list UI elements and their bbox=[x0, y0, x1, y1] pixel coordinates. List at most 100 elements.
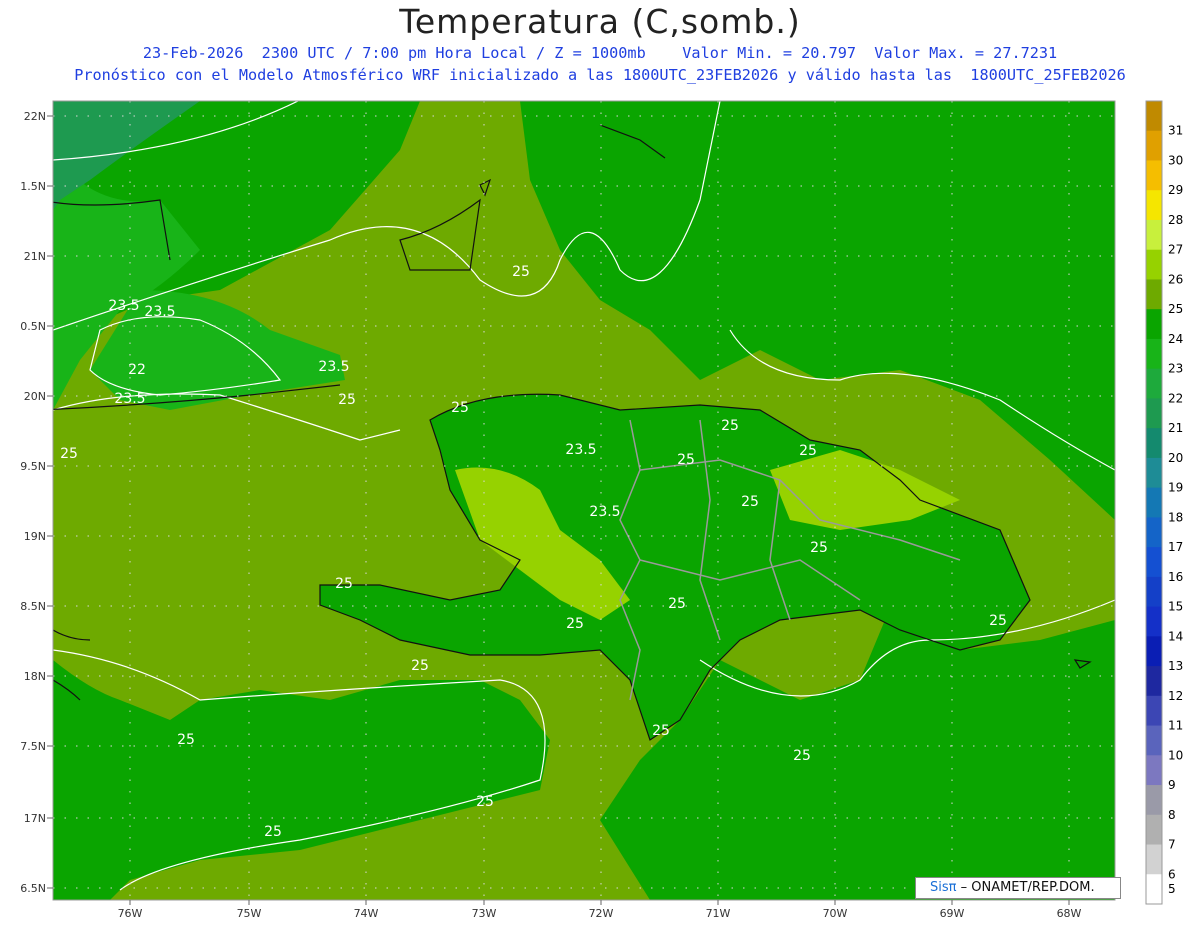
contour-value-label: 25 bbox=[741, 494, 759, 510]
colorbar-swatch bbox=[1146, 666, 1162, 697]
contour-value-label: 25 bbox=[335, 576, 353, 592]
colorbar-label: 28 bbox=[1168, 213, 1183, 227]
colorbar-swatch bbox=[1146, 190, 1162, 221]
colorbar-label: 5 bbox=[1168, 882, 1176, 896]
contour-value-label: 23.5 bbox=[318, 359, 349, 375]
colorbar-label: 14 bbox=[1168, 629, 1183, 643]
contour-value-label: 25 bbox=[512, 264, 530, 280]
colorbar-swatch bbox=[1146, 160, 1162, 191]
colorbar-label: 31 bbox=[1168, 124, 1183, 138]
colorbar-swatch bbox=[1146, 279, 1162, 310]
latitude-label: 9.5N bbox=[20, 460, 46, 473]
contour-value-label: 25 bbox=[793, 748, 811, 764]
latitude-label: 8.5N bbox=[20, 600, 46, 613]
colorbar-swatch bbox=[1146, 130, 1162, 161]
contour-value-label: 23.5 bbox=[114, 391, 145, 407]
colorbar-swatch bbox=[1146, 547, 1162, 578]
latitude-label: 1.5N bbox=[20, 180, 46, 193]
colorbar-swatch bbox=[1146, 398, 1162, 429]
colorbar-label: 30 bbox=[1168, 153, 1183, 167]
latitude-label: 21N bbox=[24, 250, 46, 263]
contour-value-label: 23.5 bbox=[565, 442, 596, 458]
colorbar-label: 27 bbox=[1168, 243, 1183, 257]
longitude-label: 69W bbox=[940, 907, 965, 920]
credit-brand: Sisπ bbox=[930, 880, 957, 895]
contour-value-label: 23.5 bbox=[589, 504, 620, 520]
longitude-label: 68W bbox=[1057, 907, 1082, 920]
longitude-label: 73W bbox=[472, 907, 497, 920]
colorbar-swatch bbox=[1146, 338, 1162, 370]
contour-value-label: 25 bbox=[264, 824, 282, 840]
colorbar-label: 18 bbox=[1168, 510, 1183, 524]
contour-value-label: 25 bbox=[177, 732, 195, 748]
colorbar-swatch bbox=[1146, 814, 1162, 846]
latitude-label: 6.5N bbox=[20, 882, 46, 895]
longitude-label: 71W bbox=[706, 907, 731, 920]
contour-value-label: 25 bbox=[338, 392, 356, 408]
colorbar-swatch bbox=[1146, 249, 1162, 280]
contour-value-label: 22 bbox=[128, 362, 146, 378]
longitude-label: 75W bbox=[237, 907, 262, 920]
contour-value-label: 25 bbox=[989, 613, 1007, 629]
colorbar-swatch bbox=[1146, 755, 1162, 786]
longitude-label: 70W bbox=[823, 907, 848, 920]
colorbar-label: 19 bbox=[1168, 481, 1183, 495]
colorbar-label: 24 bbox=[1168, 332, 1183, 346]
contour-value-label: 25 bbox=[799, 443, 817, 459]
colorbar-swatch bbox=[1146, 576, 1162, 608]
contour-value-label: 25 bbox=[411, 658, 429, 674]
colorbar-label: 11 bbox=[1168, 719, 1183, 733]
colorbar-swatch bbox=[1146, 725, 1162, 756]
map-fields bbox=[53, 101, 1115, 900]
latitude-label: 0.5N bbox=[20, 320, 46, 333]
longitude-labels: 76W 75W 74W 73W 72W 71W 70W 69W 68W bbox=[118, 900, 1082, 920]
temperature-map: 22N 1.5N 21N 0.5N 20N 9.5N 19N 8.5N 18N 7.5N 17N 6.… bbox=[20, 100, 1183, 920]
longitude-label: 72W bbox=[589, 907, 614, 920]
contour-value-label: 25 bbox=[476, 794, 494, 810]
colorbar-swatch bbox=[1146, 487, 1162, 518]
colorbar-label: 7 bbox=[1168, 838, 1176, 852]
colorbar: 31 30 29 28 27 26 25 24 23 22 21 20 19 18 17 16 15 14 13 12… bbox=[1145, 100, 1183, 905]
contour-value-label: 25 bbox=[652, 723, 670, 739]
latitude-label: 18N bbox=[24, 670, 46, 683]
colorbar-swatch bbox=[1146, 428, 1162, 459]
latitude-labels: 22N 1.5N 21N 0.5N 20N 9.5N 19N 8.5N 18N 7.5N 17N 6.… bbox=[20, 110, 53, 895]
colorbar-label: 12 bbox=[1168, 689, 1183, 703]
credit-text: – ONAMET/REP.DOM. bbox=[956, 880, 1095, 895]
colorbar-label: 26 bbox=[1168, 272, 1183, 286]
latitude-label: 22N bbox=[24, 110, 46, 123]
colorbar-label: 25 bbox=[1168, 302, 1183, 316]
contour-value-label: 25 bbox=[668, 596, 686, 612]
contour-value-label: 25 bbox=[721, 418, 739, 434]
colorbar-swatch bbox=[1146, 844, 1162, 875]
colorbar-swatch bbox=[1146, 874, 1162, 905]
colorbar-label: 22 bbox=[1168, 391, 1183, 405]
colorbar-swatch bbox=[1146, 606, 1162, 637]
colorbar-label: 17 bbox=[1168, 540, 1183, 554]
colorbar-label: 8 bbox=[1168, 808, 1176, 822]
contour-value-label: 25 bbox=[810, 540, 828, 556]
colorbar-swatch bbox=[1146, 219, 1162, 251]
colorbar-label: 23 bbox=[1168, 362, 1183, 376]
colorbar-label: 6 bbox=[1168, 867, 1176, 881]
contour-value-label: 23.5 bbox=[108, 298, 139, 314]
colorbar-label: 20 bbox=[1168, 451, 1183, 465]
colorbar-swatch bbox=[1146, 785, 1162, 816]
contour-value-label: 23.5 bbox=[144, 304, 175, 320]
contour-value-label: 25 bbox=[566, 616, 584, 632]
colorbar-label: 9 bbox=[1168, 778, 1176, 792]
colorbar-swatch bbox=[1146, 309, 1162, 340]
latitude-label: 7.5N bbox=[20, 740, 46, 753]
colorbar-label: 16 bbox=[1168, 570, 1183, 584]
colorbar-swatch bbox=[1146, 636, 1162, 667]
credit-box: Sisπ – ONAMET/REP.DOM. bbox=[915, 877, 1121, 899]
latitude-label: 20N bbox=[24, 390, 46, 403]
colorbar-label: 10 bbox=[1168, 748, 1183, 762]
contour-value-label: 25 bbox=[60, 446, 78, 462]
longitude-label: 76W bbox=[118, 907, 143, 920]
colorbar-swatch bbox=[1146, 101, 1162, 132]
colorbar-swatch bbox=[1146, 457, 1162, 489]
colorbar-label: 13 bbox=[1168, 659, 1183, 673]
longitude-label: 74W bbox=[354, 907, 379, 920]
colorbar-swatch bbox=[1146, 517, 1162, 548]
